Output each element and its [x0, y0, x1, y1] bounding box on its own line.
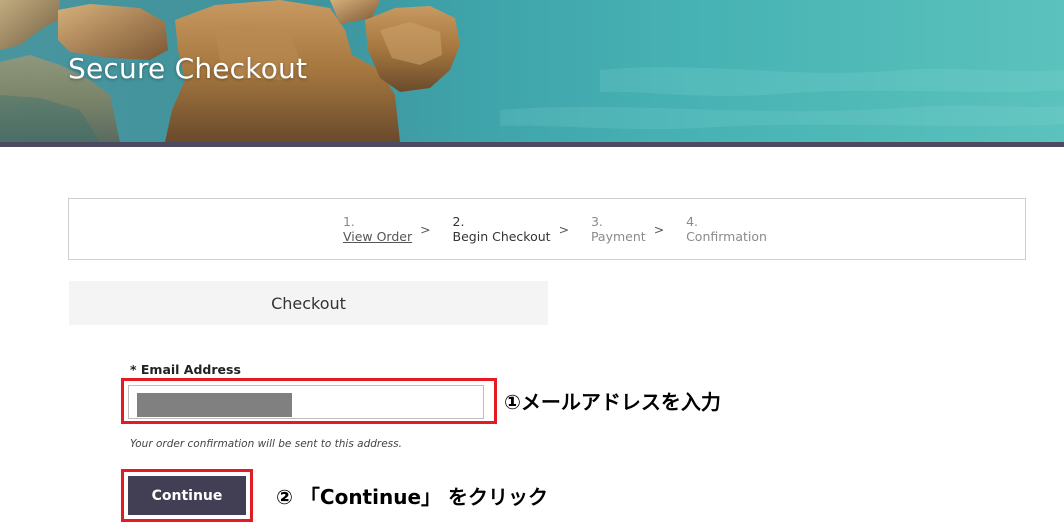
step-view-order: 1. View Order — [327, 199, 412, 259]
step-separator: > — [653, 221, 665, 237]
step-label: Payment — [590, 229, 646, 244]
annotation-step-1: ①メールアドレスを入力 — [504, 390, 721, 414]
continue-button[interactable]: Continue — [128, 476, 246, 515]
checkout-section-header: Checkout — [69, 281, 548, 325]
annotation-step-2: ② 「Continue」 をクリック — [276, 485, 548, 509]
email-label: * Email Address — [130, 362, 241, 377]
step-confirmation: 4. Confirmation — [670, 199, 767, 259]
header-banner: Secure Checkout — [0, 0, 1064, 142]
step-number: 4. — [686, 214, 699, 229]
step-separator: > — [420, 221, 431, 237]
step-number: 2. — [452, 214, 465, 229]
step-number: 1. — [342, 214, 355, 229]
checkout-progress-steps: 1. View Order > 2. Begin Checkout > 3. P… — [68, 198, 1026, 260]
view-order-link[interactable]: View Order — [343, 229, 412, 244]
banner-divider — [0, 142, 1064, 147]
step-label: Confirmation — [686, 229, 767, 244]
step-number: 3. — [590, 214, 603, 229]
step-label: Begin Checkout — [452, 229, 551, 244]
step-payment: 3. Payment — [575, 199, 646, 259]
page-title: Secure Checkout — [68, 52, 308, 85]
step-begin-checkout: 2. Begin Checkout — [437, 199, 551, 259]
step-separator: > — [558, 221, 570, 237]
redacted-email-value — [137, 393, 292, 417]
email-hint-text: Your order confirmation will be sent to … — [130, 438, 402, 450]
